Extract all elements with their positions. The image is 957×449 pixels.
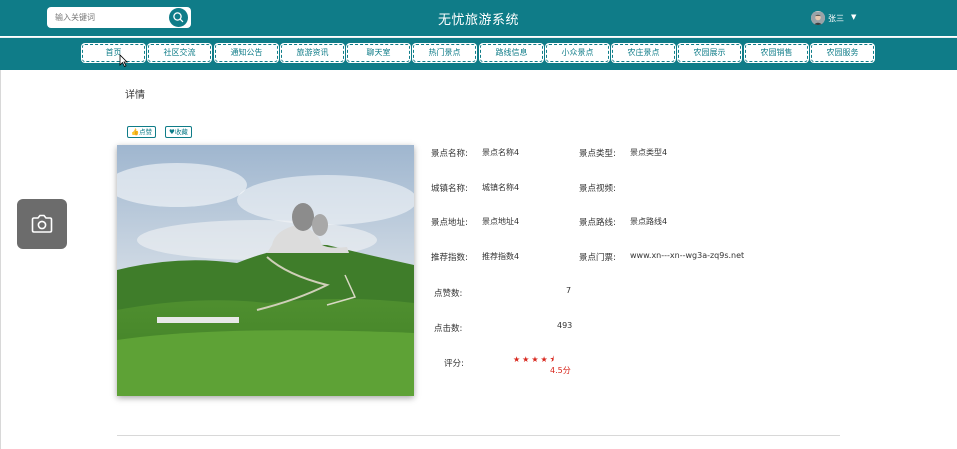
ticket-value: www.xn---xn--wg3a-zq9s.net	[630, 251, 745, 260]
route-value: 景点路线4	[630, 217, 668, 226]
star-icon: ★	[540, 355, 550, 364]
name-value: 景点名称4	[482, 148, 520, 157]
nav-item-label: 农园展示	[693, 48, 726, 57]
camera-button[interactable]	[17, 199, 67, 249]
header-bar: 无忧旅游系统 张三 ▼	[0, 0, 957, 36]
half-star-icon: ⯨	[549, 355, 556, 364]
nav-item-label: 路线信息	[495, 48, 528, 57]
nav-item-farm-sales[interactable]: 农园销售	[745, 44, 808, 62]
favorite-label: 收藏	[174, 128, 188, 136]
rating-label: 评分:	[444, 359, 464, 369]
like-button[interactable]: 👍点赞	[127, 126, 157, 138]
nav-item-farm-showcase[interactable]: 农园展示	[678, 44, 741, 62]
nav-item-label: 小众景点	[561, 48, 594, 57]
clicks-label: 点击数:	[434, 324, 463, 334]
nav-item-travel-news[interactable]: 旅游资讯	[281, 44, 344, 62]
star-icon: ★	[513, 355, 523, 364]
divider	[117, 435, 840, 436]
nav-item-label: 热门景点	[428, 48, 461, 57]
nav-item-label: 农庄景点	[627, 48, 660, 57]
like-label: 点赞	[139, 128, 153, 136]
attraction-photo	[117, 145, 414, 396]
nav-item-chat-room[interactable]: 聊天室	[347, 44, 410, 62]
rating-score: 4.5分	[550, 366, 571, 375]
nav-item-label: 聊天室	[366, 48, 391, 57]
star-icon: ★	[531, 355, 541, 364]
likes-label: 点赞数:	[434, 289, 463, 299]
nav-item-routes[interactable]: 路线信息	[480, 44, 543, 62]
main-nav: 首页 社区交流 通知公告 旅游资讯 聊天室 热门景点 路线信息 小众景点 农庄景…	[0, 37, 957, 70]
camera-icon	[31, 214, 53, 233]
chevron-down-icon[interactable]: ▼	[851, 13, 856, 21]
nav-item-label: 旅游资讯	[296, 48, 329, 57]
divider	[0, 70, 1, 449]
clicks-value: 493	[557, 321, 573, 330]
nav-item-hot-spots[interactable]: 热门景点	[413, 44, 476, 62]
username[interactable]: 张三	[828, 13, 844, 24]
type-value: 景点类型4	[630, 148, 668, 157]
nav-item-farm-services[interactable]: 农园服务	[811, 44, 874, 62]
avatar[interactable]	[811, 11, 825, 25]
thumbs-up-icon: 👍	[131, 128, 140, 136]
mouse-cursor-icon	[119, 54, 128, 67]
likes-value: 7	[566, 286, 572, 295]
page-title: 详情	[125, 90, 145, 101]
recommend-value: 推荐指数4	[482, 252, 520, 261]
recommend-label: 推荐指数:	[431, 253, 468, 263]
type-label: 景点类型:	[579, 149, 616, 159]
nav-item-community[interactable]: 社区交流	[148, 44, 211, 62]
city-value: 城镇名称4	[482, 183, 520, 192]
nav-item-farm-spots[interactable]: 农庄景点	[612, 44, 675, 62]
city-label: 城镇名称:	[431, 184, 468, 194]
address-label: 景点地址:	[431, 218, 468, 228]
nav-item-label: 农园服务	[826, 48, 859, 57]
name-label: 景点名称:	[431, 149, 468, 159]
nav-item-home[interactable]: 首页	[82, 44, 145, 62]
star-icon: ★	[522, 355, 532, 364]
nav-item-label: 通知公告	[230, 48, 263, 57]
video-label: 景点视频:	[579, 184, 616, 194]
route-label: 景点路线:	[579, 218, 616, 228]
nav-item-label: 农园销售	[760, 48, 793, 57]
nav-item-label: 社区交流	[163, 48, 196, 57]
favorite-button[interactable]: ♥收藏	[165, 126, 192, 138]
address-value: 景点地址4	[482, 217, 520, 226]
nav-item-notices[interactable]: 通知公告	[215, 44, 278, 62]
nav-item-niche-spots[interactable]: 小众景点	[546, 44, 609, 62]
ticket-label: 景点门票:	[579, 253, 616, 263]
